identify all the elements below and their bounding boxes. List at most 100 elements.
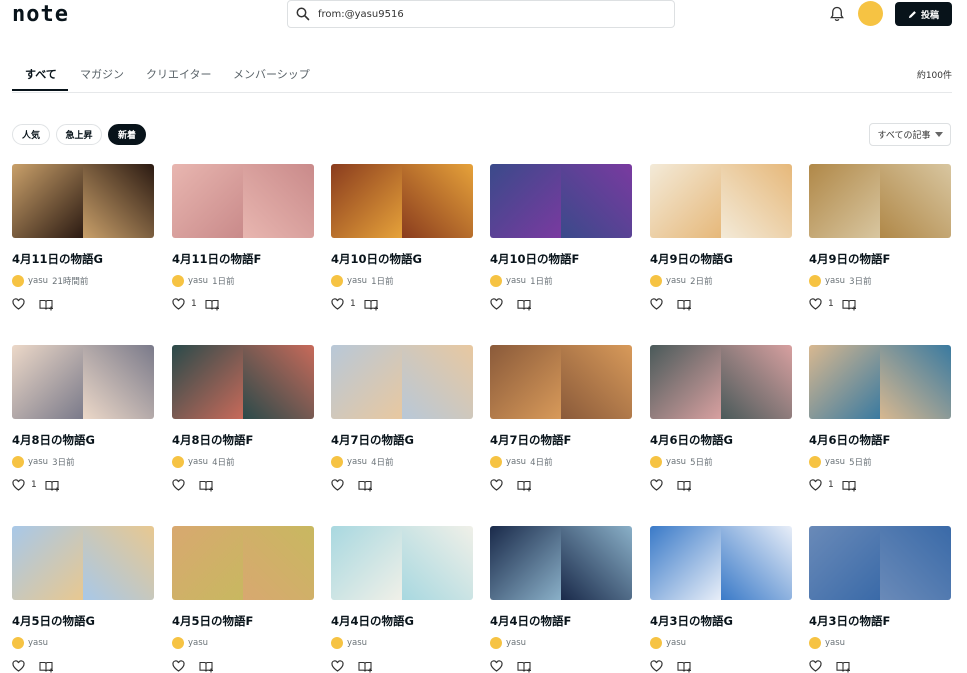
article-thumbnail[interactable] <box>809 526 951 600</box>
article-title[interactable]: 4月11日の物語G <box>12 251 154 267</box>
article-title[interactable]: 4月9日の物語F <box>809 251 951 267</box>
add-to-magazine-icon[interactable] <box>39 660 54 673</box>
like-button[interactable] <box>490 298 509 310</box>
author-avatar[interactable] <box>490 456 502 468</box>
article-card[interactable]: 4月8日の物語F yasu 4日前 <box>172 345 314 492</box>
like-button[interactable] <box>650 660 669 672</box>
author-avatar[interactable] <box>331 637 343 649</box>
add-to-magazine-icon[interactable] <box>199 660 214 673</box>
article-title[interactable]: 4月6日の物語F <box>809 432 951 448</box>
article-card[interactable]: 4月11日の物語G yasu 21時間前 <box>12 164 154 311</box>
article-thumbnail[interactable] <box>490 526 632 600</box>
user-avatar[interactable] <box>858 1 883 26</box>
article-thumbnail[interactable] <box>12 345 154 419</box>
article-card[interactable]: 4月10日の物語G yasu 1日前 1 <box>331 164 473 311</box>
article-thumbnail[interactable] <box>12 526 154 600</box>
author-avatar[interactable] <box>809 637 821 649</box>
author-name[interactable]: yasu <box>666 457 686 467</box>
article-card[interactable]: 4月10日の物語F yasu 1日前 <box>490 164 632 311</box>
like-button[interactable] <box>12 660 31 672</box>
article-card[interactable]: 4月6日の物語G yasu 5日前 <box>650 345 792 492</box>
author-avatar[interactable] <box>331 456 343 468</box>
author-avatar[interactable] <box>172 275 184 287</box>
add-to-magazine-icon[interactable] <box>677 479 692 492</box>
like-button[interactable] <box>490 479 509 491</box>
article-thumbnail[interactable] <box>172 345 314 419</box>
article-thumbnail[interactable] <box>12 164 154 238</box>
author-name[interactable]: yasu <box>188 638 208 648</box>
article-card[interactable]: 4月6日の物語F yasu 5日前 1 <box>809 345 951 492</box>
like-button[interactable] <box>331 479 350 491</box>
article-title[interactable]: 4月7日の物語G <box>331 432 473 448</box>
like-button[interactable] <box>650 298 669 310</box>
article-card[interactable]: 4月11日の物語F yasu 1日前 1 <box>172 164 314 311</box>
author-name[interactable]: yasu <box>347 457 367 467</box>
author-name[interactable]: yasu <box>506 457 526 467</box>
article-card[interactable]: 4月5日の物語G yasu <box>12 526 154 673</box>
article-card[interactable]: 4月8日の物語G yasu 3日前 1 <box>12 345 154 492</box>
filter-trending[interactable]: 急上昇 <box>56 124 102 145</box>
add-to-magazine-icon[interactable] <box>517 298 532 311</box>
author-name[interactable]: yasu <box>28 276 48 286</box>
author-avatar[interactable] <box>650 456 662 468</box>
author-avatar[interactable] <box>12 456 24 468</box>
like-button[interactable]: 1 <box>809 479 834 491</box>
note-logo[interactable]: note <box>12 2 69 27</box>
like-button[interactable] <box>12 298 31 310</box>
like-button[interactable] <box>172 479 191 491</box>
article-thumbnail[interactable] <box>331 164 473 238</box>
author-name[interactable]: yasu <box>666 276 686 286</box>
article-thumbnail[interactable] <box>650 164 792 238</box>
tab-magazine[interactable]: マガジン <box>80 66 124 82</box>
author-avatar[interactable] <box>809 456 821 468</box>
like-button[interactable] <box>490 660 509 672</box>
add-to-magazine-icon[interactable] <box>364 298 379 311</box>
author-avatar[interactable] <box>12 637 24 649</box>
author-name[interactable]: yasu <box>28 638 48 648</box>
author-name[interactable]: yasu <box>347 638 367 648</box>
author-name[interactable]: yasu <box>506 638 526 648</box>
article-title[interactable]: 4月6日の物語G <box>650 432 792 448</box>
article-title[interactable]: 4月3日の物語G <box>650 613 792 629</box>
article-title[interactable]: 4月8日の物語F <box>172 432 314 448</box>
like-button[interactable]: 1 <box>331 298 356 310</box>
add-to-magazine-icon[interactable] <box>517 479 532 492</box>
article-card[interactable]: 4月3日の物語F yasu <box>809 526 951 673</box>
add-to-magazine-icon[interactable] <box>205 298 220 311</box>
article-card[interactable]: 4月7日の物語G yasu 4日前 <box>331 345 473 492</box>
like-button[interactable] <box>172 660 191 672</box>
like-button[interactable] <box>809 660 828 672</box>
filter-popular[interactable]: 人気 <box>12 124 50 145</box>
author-avatar[interactable] <box>650 637 662 649</box>
article-title[interactable]: 4月4日の物語G <box>331 613 473 629</box>
author-avatar[interactable] <box>650 275 662 287</box>
article-title[interactable]: 4月5日の物語G <box>12 613 154 629</box>
article-title[interactable]: 4月10日の物語F <box>490 251 632 267</box>
article-thumbnail[interactable] <box>809 345 951 419</box>
add-to-magazine-icon[interactable] <box>358 660 373 673</box>
tab-creator[interactable]: クリエイター <box>146 66 212 82</box>
author-avatar[interactable] <box>172 637 184 649</box>
article-title[interactable]: 4月3日の物語F <box>809 613 951 629</box>
search-input[interactable] <box>318 5 658 23</box>
article-thumbnail[interactable] <box>172 164 314 238</box>
article-thumbnail[interactable] <box>172 526 314 600</box>
search-box[interactable] <box>287 0 675 28</box>
like-button[interactable]: 1 <box>12 479 37 491</box>
article-thumbnail[interactable] <box>809 164 951 238</box>
add-to-magazine-icon[interactable] <box>517 660 532 673</box>
add-to-magazine-icon[interactable] <box>677 660 692 673</box>
article-card[interactable]: 4月3日の物語G yasu <box>650 526 792 673</box>
author-name[interactable]: yasu <box>825 276 845 286</box>
article-title[interactable]: 4月11日の物語F <box>172 251 314 267</box>
author-avatar[interactable] <box>12 275 24 287</box>
article-card[interactable]: 4月4日の物語F yasu <box>490 526 632 673</box>
article-thumbnail[interactable] <box>490 345 632 419</box>
tab-all[interactable]: すべて <box>25 66 57 82</box>
article-title[interactable]: 4月4日の物語F <box>490 613 632 629</box>
filter-new[interactable]: 新着 <box>108 124 146 145</box>
article-card[interactable]: 4月9日の物語G yasu 2日前 <box>650 164 792 311</box>
notification-bell-icon[interactable] <box>828 5 846 23</box>
author-avatar[interactable] <box>490 637 502 649</box>
article-thumbnail[interactable] <box>490 164 632 238</box>
